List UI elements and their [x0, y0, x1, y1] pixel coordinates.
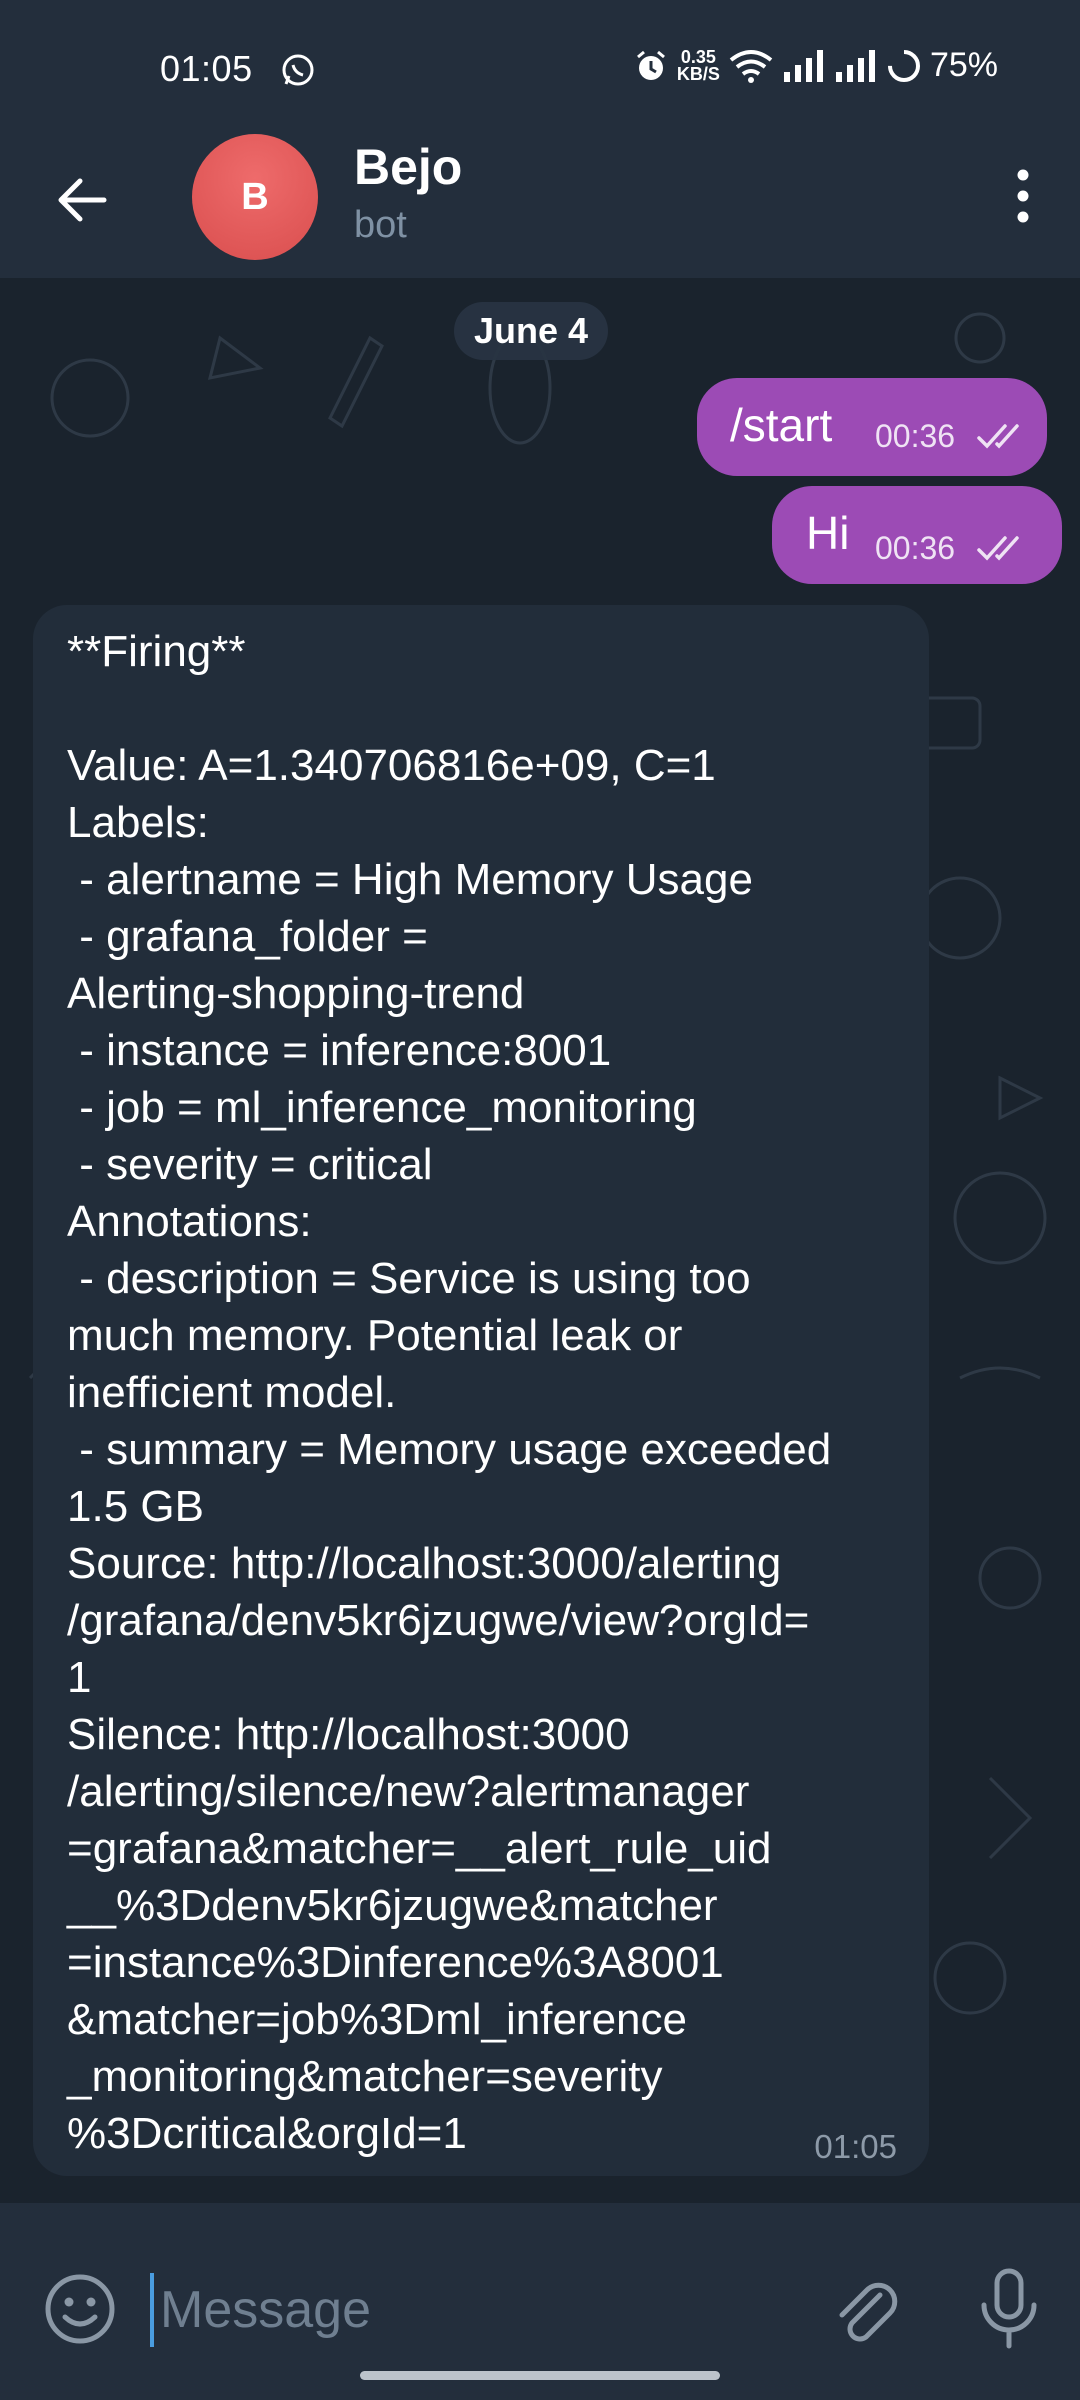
network-speed: 0.35 KB/S [676, 46, 720, 84]
status-time: 01:05 [160, 48, 253, 89]
whatsapp-icon [282, 54, 314, 86]
more-vert-icon[interactable] [1008, 166, 1038, 226]
outgoing-message[interactable]: Hi 00:36 [772, 486, 1062, 584]
battery-icon [887, 49, 920, 82]
message-list[interactable]: June 4 /start 00:36 Hi 00:36 **Firing** … [0, 278, 1080, 2203]
chat-header: B Bejo bot [0, 132, 1080, 278]
battery-percent: 75% [929, 46, 998, 84]
network-speed-value: 0.35 [680, 46, 716, 67]
message-input[interactable] [150, 2273, 800, 2347]
alert-message-text: **Firing** Value: A=1.340706816e+09, C=1… [67, 627, 832, 2158]
attach-icon[interactable] [830, 2273, 900, 2345]
outgoing-message[interactable]: /start 00:36 [697, 378, 1047, 476]
status-bar: 01:05 0.35 KB/S 75% [0, 0, 1080, 140]
message-time: 00:36 [875, 418, 956, 454]
incoming-message[interactable]: **Firing** Value: A=1.340706816e+09, C=1… [33, 605, 929, 2176]
double-check-icon [977, 424, 1019, 449]
message-time: 00:36 [875, 530, 956, 566]
home-indicator [360, 2371, 720, 2380]
back-arrow-icon[interactable] [52, 170, 112, 230]
message-text: /start [730, 399, 833, 451]
message-text: Hi [806, 507, 850, 559]
mic-icon[interactable] [974, 2267, 1044, 2351]
alarm-icon [636, 50, 665, 80]
emoji-icon[interactable] [44, 2273, 116, 2345]
signal-icon-2 [835, 49, 875, 82]
composer [0, 2203, 1080, 2400]
chat-subtitle: bot [354, 204, 407, 246]
double-check-icon [977, 536, 1019, 561]
message-time: 01:05 [814, 2128, 897, 2165]
network-speed-unit: KB/S [676, 63, 720, 84]
telegram-chat-screen: 01:05 0.35 KB/S 75% B Bejo bot June 4 /s… [0, 0, 1080, 2400]
chat-title[interactable]: Bejo [354, 138, 462, 196]
signal-icon [783, 49, 823, 82]
wifi-icon [729, 49, 773, 83]
date-separator: June 4 [454, 302, 609, 360]
avatar[interactable]: B [192, 134, 318, 260]
status-icons: 0.35 KB/S 75% [633, 46, 998, 85]
